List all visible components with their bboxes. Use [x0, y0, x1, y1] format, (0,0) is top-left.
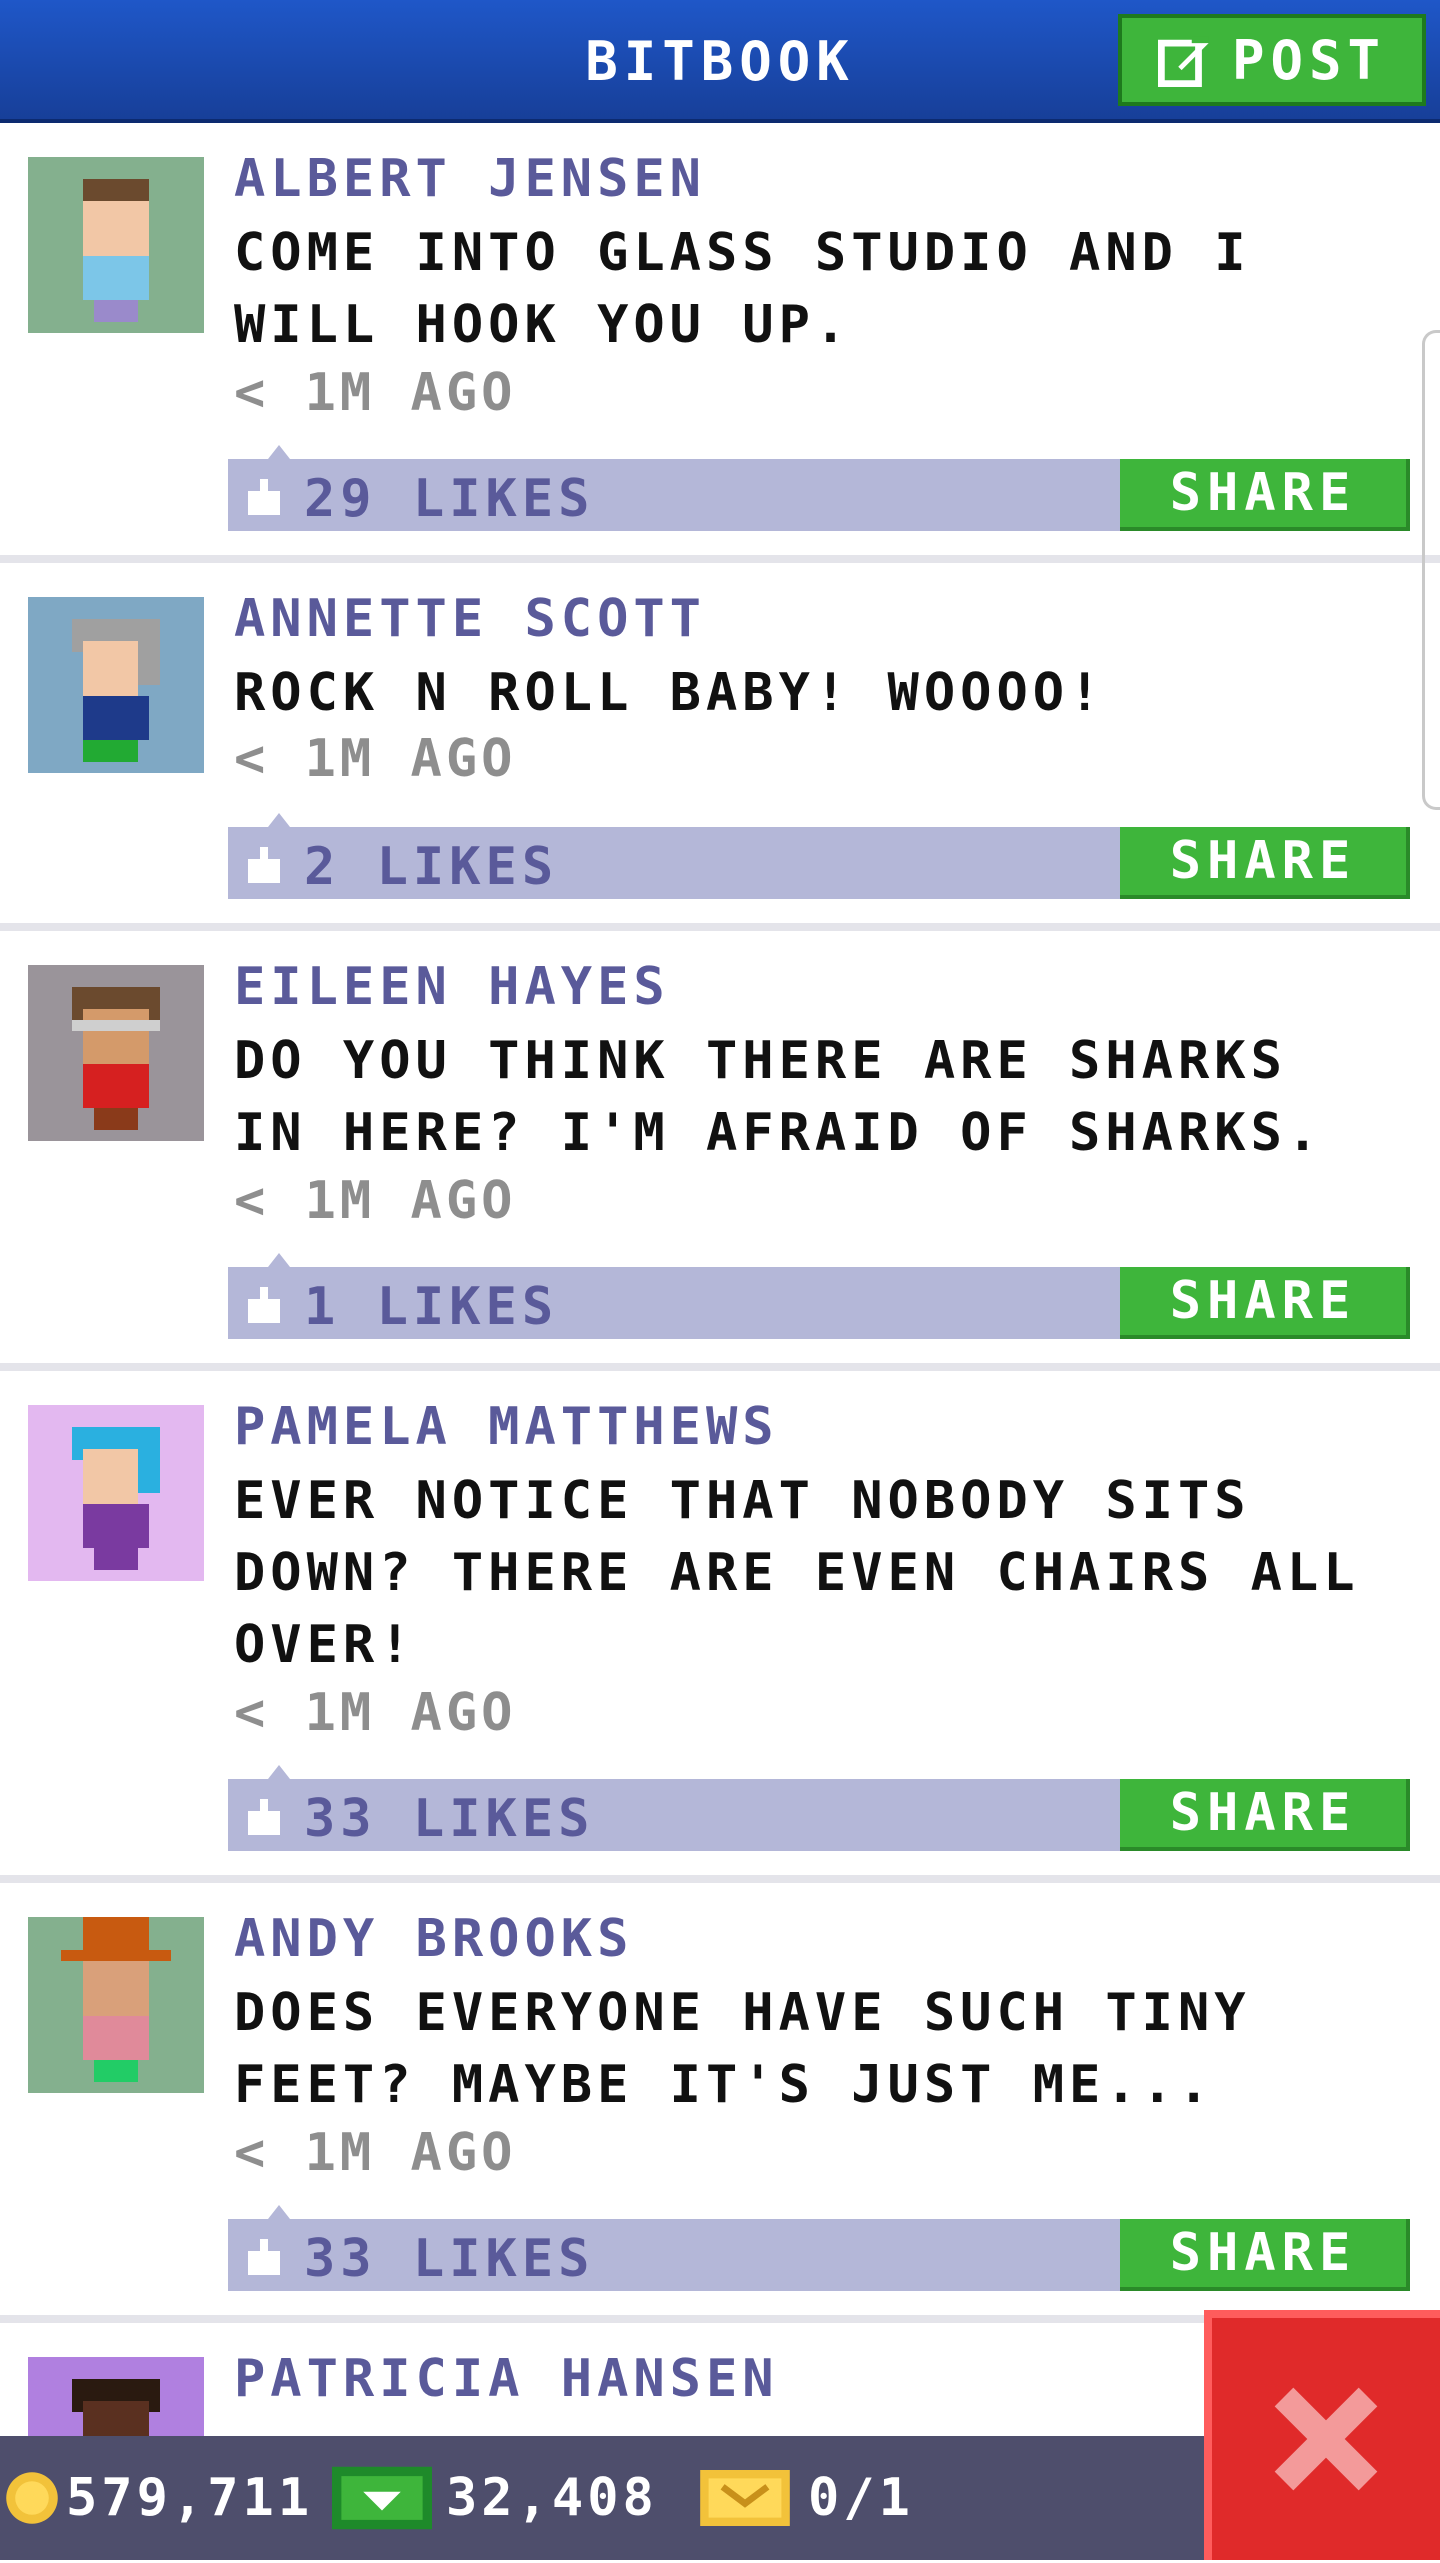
avatar-legs — [94, 1548, 138, 1570]
like-count: 1 LIKES — [304, 1277, 559, 1337]
post-button[interactable]: POST — [1118, 14, 1426, 106]
post-card: ANDY BROOKS DOES EVERYONE HAVE SUCH TINY… — [0, 1883, 1440, 2323]
post-message: EVER NOTICE THAT NOBODY SITS DOWN? THERE… — [234, 1471, 1360, 1675]
post-button-label: POST — [1231, 28, 1387, 92]
author-name[interactable]: PAMELA MATTHEWS — [234, 1397, 779, 1457]
share-button[interactable]: SHARE — [1120, 459, 1410, 531]
like-bar: 29 LIKES SHARE — [228, 445, 1410, 531]
thumb-up-icon[interactable] — [244, 1287, 284, 1323]
author-name[interactable]: ALBERT JENSEN — [234, 149, 706, 209]
tickets-stat: 0/1 — [700, 2460, 914, 2536]
author-name[interactable]: PATRICIA HANSEN — [234, 2349, 779, 2409]
share-button[interactable]: SHARE — [1120, 827, 1410, 899]
avatar — [28, 965, 204, 1141]
like-bar: 33 LIKES SHARE — [228, 1765, 1410, 1851]
bux-value: 32,408 — [446, 2468, 658, 2528]
avatar-image — [28, 965, 204, 1141]
thumb-up-icon[interactable] — [244, 2239, 284, 2275]
ticket-icon — [700, 2470, 790, 2526]
avatar-shirt — [83, 696, 149, 740]
avatar-image — [28, 597, 204, 773]
post-time: < 1M AGO — [234, 2123, 517, 2183]
avatar-hat — [83, 1917, 149, 1950]
avatar-shirt — [83, 1504, 149, 1548]
like-bar: 2 LIKES SHARE — [228, 813, 1410, 899]
post-card: PAMELA MATTHEWS EVER NOTICE THAT NOBODY … — [0, 1371, 1440, 1883]
scroll-indicator[interactable] — [1422, 330, 1440, 810]
top-bar: BITBOOK POST — [0, 0, 1440, 123]
post-message: COME INTO GLASS STUDIO AND I WILL HOOK Y… — [234, 223, 1251, 355]
post-time: < 1M AGO — [234, 363, 517, 423]
like-count: 33 LIKES — [304, 2229, 595, 2289]
post-message: DO YOU THINK THERE ARE SHARKS IN HERE? I… — [234, 1031, 1324, 1163]
avatar-shirt — [83, 1064, 149, 1108]
post-time: < 1M AGO — [234, 729, 517, 789]
avatar-face — [83, 641, 138, 696]
post-message: DOES EVERYONE HAVE SUCH TINY FEET? MAYBE… — [234, 1983, 1251, 2115]
coins-value: 579,711 — [66, 2468, 314, 2528]
avatar-shirt — [83, 2016, 149, 2060]
author-name[interactable]: ANDY BROOKS — [234, 1909, 633, 1969]
avatar-image — [28, 1917, 204, 2093]
post-card: ALBERT JENSEN COME INTO GLASS STUDIO AND… — [0, 123, 1440, 563]
post-card: EILEEN HAYES DO YOU THINK THERE ARE SHAR… — [0, 931, 1440, 1371]
avatar-hat-brim — [61, 1950, 171, 1961]
author-name[interactable]: ANNETTE SCOTT — [234, 589, 706, 649]
avatar-legs — [94, 300, 138, 322]
avatar-face — [83, 1449, 138, 1504]
avatar-legs — [83, 740, 138, 762]
thumb-up-icon[interactable] — [244, 479, 284, 515]
post-time: < 1M AGO — [234, 1171, 517, 1231]
post-message: ROCK N ROLL BABY! WOOOO! — [234, 663, 1106, 723]
close-icon — [1274, 2387, 1378, 2491]
like-count: 29 LIKES — [304, 469, 595, 529]
avatar-face — [83, 1009, 149, 1064]
avatar-legs — [94, 1108, 138, 1130]
avatar — [28, 157, 204, 333]
bux-icon — [332, 2466, 432, 2530]
coin-icon — [6, 2472, 58, 2524]
like-bar-notch — [268, 445, 290, 459]
like-bar-notch — [268, 813, 290, 827]
thumb-up-icon[interactable] — [244, 1799, 284, 1835]
avatar-hair-side — [138, 641, 160, 685]
close-button[interactable] — [1204, 2310, 1440, 2560]
share-button[interactable]: SHARE — [1120, 2219, 1410, 2291]
avatar-face — [83, 1961, 149, 2016]
avatar-image — [28, 157, 204, 333]
avatar-glasses — [72, 1020, 160, 1031]
thumb-up-icon[interactable] — [244, 847, 284, 883]
like-bar-notch — [268, 2205, 290, 2219]
post-time: < 1M AGO — [234, 1683, 517, 1743]
like-count: 2 LIKES — [304, 837, 559, 897]
like-bar-notch — [268, 1765, 290, 1779]
coins-stat: 579,711 — [4, 2460, 313, 2536]
edit-icon — [1157, 36, 1209, 87]
avatar — [28, 1917, 204, 2093]
tickets-value: 0/1 — [808, 2468, 914, 2528]
like-bar-notch — [268, 1253, 290, 1267]
avatar-hair-side — [138, 1449, 160, 1493]
avatar-image — [28, 1405, 204, 1581]
avatar — [28, 597, 204, 773]
avatar — [28, 1405, 204, 1581]
share-button[interactable]: SHARE — [1120, 1779, 1410, 1851]
like-count: 33 LIKES — [304, 1789, 595, 1849]
like-bar: 33 LIKES SHARE — [228, 2205, 1410, 2291]
avatar-shirt — [83, 256, 149, 300]
avatar-hair — [83, 179, 149, 201]
avatar-face — [83, 201, 149, 256]
share-button[interactable]: SHARE — [1120, 1267, 1410, 1339]
bux-stat: 32,408 — [332, 2460, 658, 2536]
avatar-legs — [94, 2060, 138, 2082]
author-name[interactable]: EILEEN HAYES — [234, 957, 670, 1017]
post-card: ANNETTE SCOTT ROCK N ROLL BABY! WOOOO! <… — [0, 563, 1440, 931]
like-bar: 1 LIKES SHARE — [228, 1253, 1410, 1339]
